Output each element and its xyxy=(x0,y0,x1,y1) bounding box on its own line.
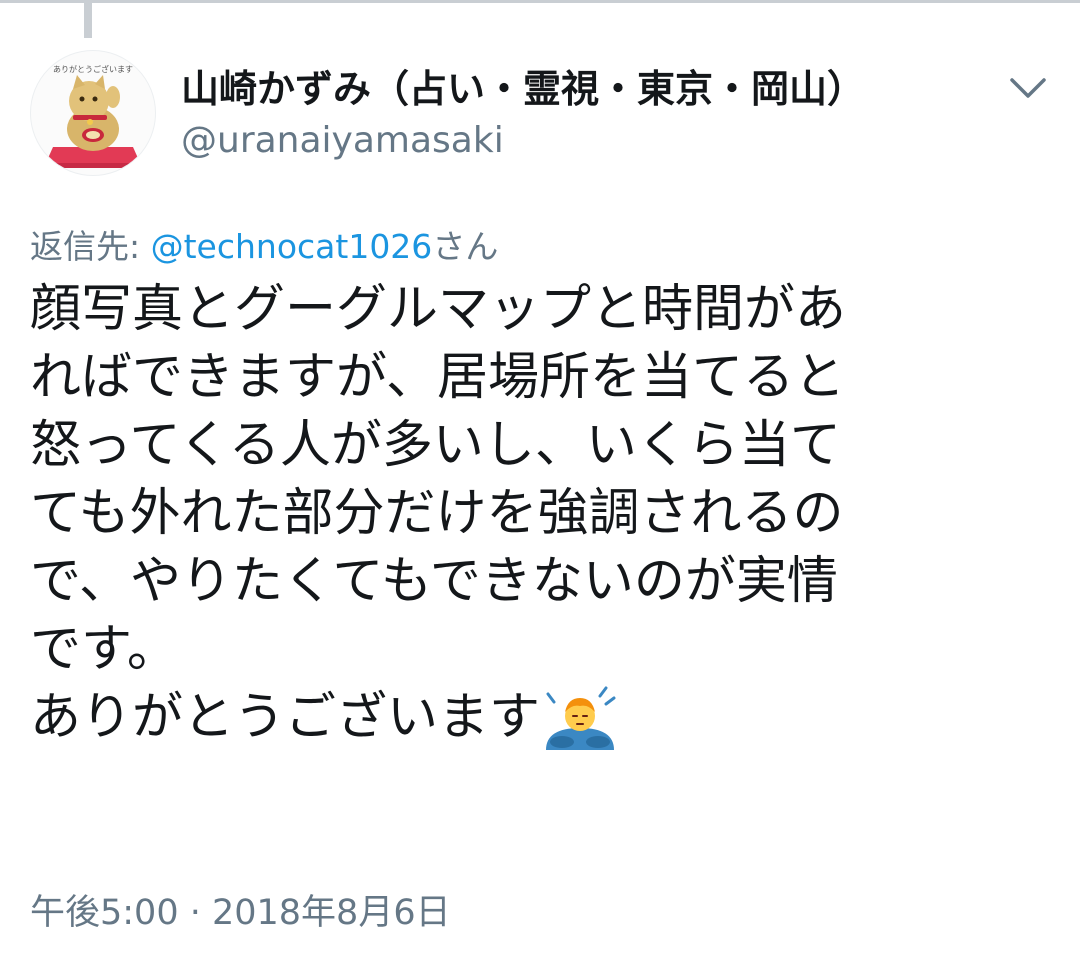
chevron-down-icon[interactable] xyxy=(1004,66,1052,110)
reply-prefix: 返信先: xyxy=(30,227,151,266)
thread-connector-line xyxy=(84,0,92,38)
tweet-text-line: で、やりたくてもできないのが実情 xyxy=(30,552,838,611)
tweet-text-line: ありがとうございます xyxy=(30,688,541,747)
tweet-text-line: です。 xyxy=(30,620,178,679)
reply-mention-link[interactable]: @technocat1026 xyxy=(151,227,433,266)
tweet-text: 顔写真とグーグルマップと時間があ ればできますが、居場所を当てると 怒ってくる人… xyxy=(30,276,1070,752)
reply-suffix: さん xyxy=(432,227,499,266)
user-handle[interactable]: @uranaiyamasaki xyxy=(181,116,504,166)
avatar-caption: ありがとうございます xyxy=(53,64,133,74)
maneki-neko-image: ありがとうございます xyxy=(45,64,141,168)
tweet-text-line: ても外れた部分だけを強調されるの xyxy=(30,484,844,543)
tweet-text-line: 顔写真とグーグルマップと時間があ xyxy=(30,280,847,339)
man-bowing-emoji xyxy=(540,684,620,752)
display-name[interactable]: 山崎かずみ（占い・霊視・東京・岡山） xyxy=(181,62,865,116)
reply-context: 返信先: @technocat1026さん xyxy=(30,222,498,272)
tweet-timestamp[interactable]: 午後5:00 · 2018年8月6日 xyxy=(30,888,451,938)
top-border xyxy=(0,0,1080,3)
tweet-text-line-last: ありがとうございます xyxy=(30,684,1070,752)
tweet-text-line: 怒ってくる人が多いし、いくら当て xyxy=(30,416,841,475)
avatar[interactable]: ありがとうございます xyxy=(30,50,156,176)
tweet-text-line: ればできますが、居場所を当てると xyxy=(30,348,845,407)
